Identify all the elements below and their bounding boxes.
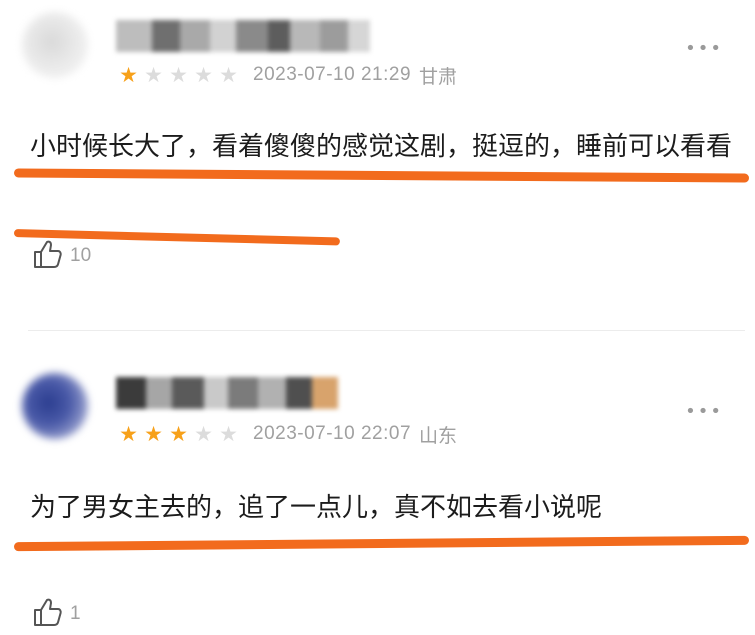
- username[interactable]: [116, 20, 370, 52]
- comment-time: 2023-07-10 21:29: [253, 64, 412, 85]
- avatar[interactable]: [22, 12, 88, 78]
- comment-meta: ★ ★ ★ ★ ★ 2023-07-10 21:29 甘肃: [116, 62, 457, 88]
- comment-meta: ★ ★ ★ ★ ★ 2023-07-10 22:07 山东: [116, 421, 457, 447]
- star-empty-icon: ★: [194, 422, 213, 446]
- thumbs-up-icon: [30, 595, 64, 633]
- star-empty-icon: ★: [194, 63, 213, 87]
- comment-text: 为了男女主去的，追了一点儿，真不如去看小说呢: [30, 493, 603, 523]
- like-count: 10: [70, 245, 92, 266]
- star-filled-icon: ★: [119, 422, 138, 446]
- star-empty-icon: ★: [219, 63, 238, 87]
- more-icon[interactable]: •••: [685, 38, 723, 59]
- star-filled-icon: ★: [119, 63, 138, 87]
- star-empty-icon: ★: [219, 422, 238, 446]
- avatar[interactable]: [22, 373, 88, 439]
- like-button[interactable]: 1: [30, 596, 81, 632]
- like-button[interactable]: 10: [30, 238, 91, 274]
- comment-time: 2023-07-10 22:07: [253, 423, 412, 444]
- comment-location: 山东: [419, 424, 458, 447]
- star-filled-icon: ★: [144, 422, 163, 446]
- star-filled-icon: ★: [169, 422, 188, 446]
- star-empty-icon: ★: [144, 63, 163, 87]
- comment-item: ••• ★ ★ ★ ★ ★ 2023-07-10 22:07 山东 为了男女主去的，追了…: [0, 331, 755, 635]
- thumbs-up-icon: [30, 237, 64, 275]
- comment-item: ••• ★ ★ ★ ★ ★ 2023-07-10 21:29 甘肃 小时候长大了，看着傻…: [0, 0, 755, 330]
- comment-text: 小时候长大了，看着傻傻的感觉这剧，挺逗的，睡前可以看看: [30, 132, 733, 162]
- star-rating: ★ ★ ★ ★ ★: [116, 421, 241, 447]
- star-rating: ★ ★ ★ ★ ★: [116, 62, 241, 88]
- like-count: 1: [70, 603, 81, 624]
- star-empty-icon: ★: [169, 63, 188, 87]
- comment-location: 甘肃: [419, 65, 458, 88]
- username[interactable]: [116, 377, 338, 409]
- more-icon[interactable]: •••: [685, 401, 723, 422]
